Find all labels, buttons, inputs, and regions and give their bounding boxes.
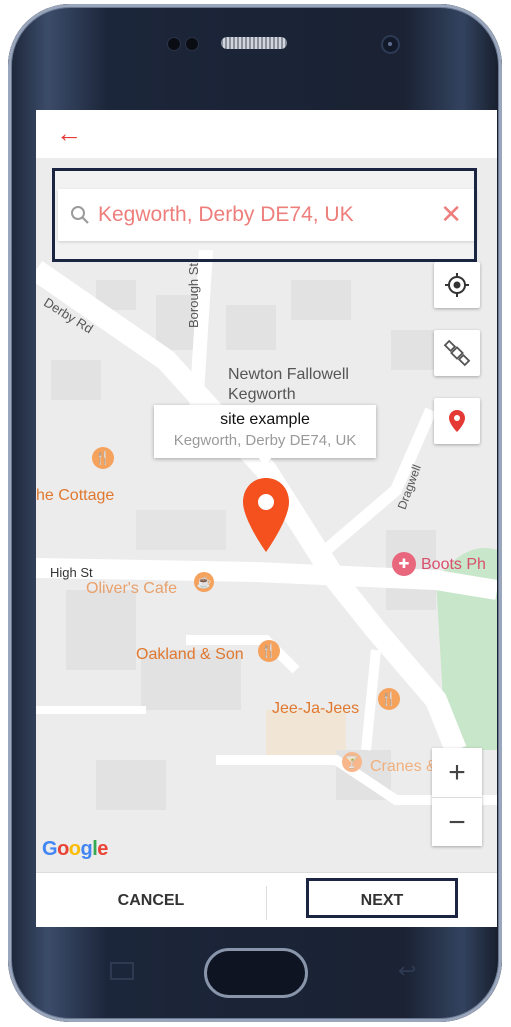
button-divider: [266, 886, 267, 920]
back-arrow-icon[interactable]: ←: [56, 120, 82, 146]
place-label: Kegworth: [228, 386, 296, 403]
google-logo: Google: [42, 838, 108, 860]
sensor-dot: [168, 38, 180, 50]
red-pin-icon: [449, 410, 465, 432]
callout-title: site example: [220, 411, 310, 428]
recent-apps-key[interactable]: [110, 962, 134, 980]
satellite-view-button[interactable]: [434, 330, 480, 376]
home-button[interactable]: [204, 948, 308, 998]
street-label: Borough St: [186, 262, 201, 328]
zoom-control: + −: [432, 748, 482, 846]
street-label: High St: [50, 565, 93, 580]
place-marker-button[interactable]: [434, 398, 480, 444]
my-location-button[interactable]: [434, 262, 480, 308]
poi-label[interactable]: Jee-Ja-Jees: [272, 700, 359, 718]
zoom-in-button[interactable]: +: [432, 748, 482, 798]
front-camera: [383, 37, 398, 52]
bar-poi-icon[interactable]: 🍸: [342, 752, 362, 772]
poi-label[interactable]: Boots Ph: [421, 556, 486, 574]
callout-subtitle: Kegworth, Derby DE74, UK: [173, 432, 357, 449]
place-label: Newton Fallowell: [228, 366, 349, 383]
search-highlight-frame: [52, 168, 477, 262]
marker-callout[interactable]: site example Kegworth, Derby DE74, UK: [154, 405, 376, 458]
poi-label[interactable]: Oakland & Son: [136, 646, 244, 664]
cafe-poi-icon[interactable]: ☕: [194, 572, 214, 592]
sensor-dot: [186, 38, 198, 50]
next-highlight-frame: [306, 878, 458, 918]
back-key-icon[interactable]: ↩: [398, 958, 416, 984]
poi-label[interactable]: he Cottage: [36, 487, 114, 505]
poi-label[interactable]: Oliver's Cafe: [86, 580, 177, 598]
callout-pointer: [258, 457, 272, 466]
location-pin-icon[interactable]: [241, 476, 291, 554]
earpiece-speaker: [221, 37, 287, 49]
pharmacy-poi-icon[interactable]: ✚: [392, 552, 416, 576]
cancel-button[interactable]: CANCEL: [36, 873, 266, 927]
zoom-out-button[interactable]: −: [432, 798, 482, 847]
restaurant-poi-icon[interactable]: 🍴: [92, 447, 114, 469]
restaurant-poi-icon[interactable]: 🍴: [258, 640, 280, 662]
top-bar: ←: [36, 110, 497, 158]
crosshair-icon: [445, 273, 469, 297]
satellite-icon: [443, 339, 471, 367]
restaurant-poi-icon[interactable]: 🍴: [378, 688, 400, 710]
app-screen: Derby Rd Borough St High St Dragwell New…: [36, 110, 497, 927]
